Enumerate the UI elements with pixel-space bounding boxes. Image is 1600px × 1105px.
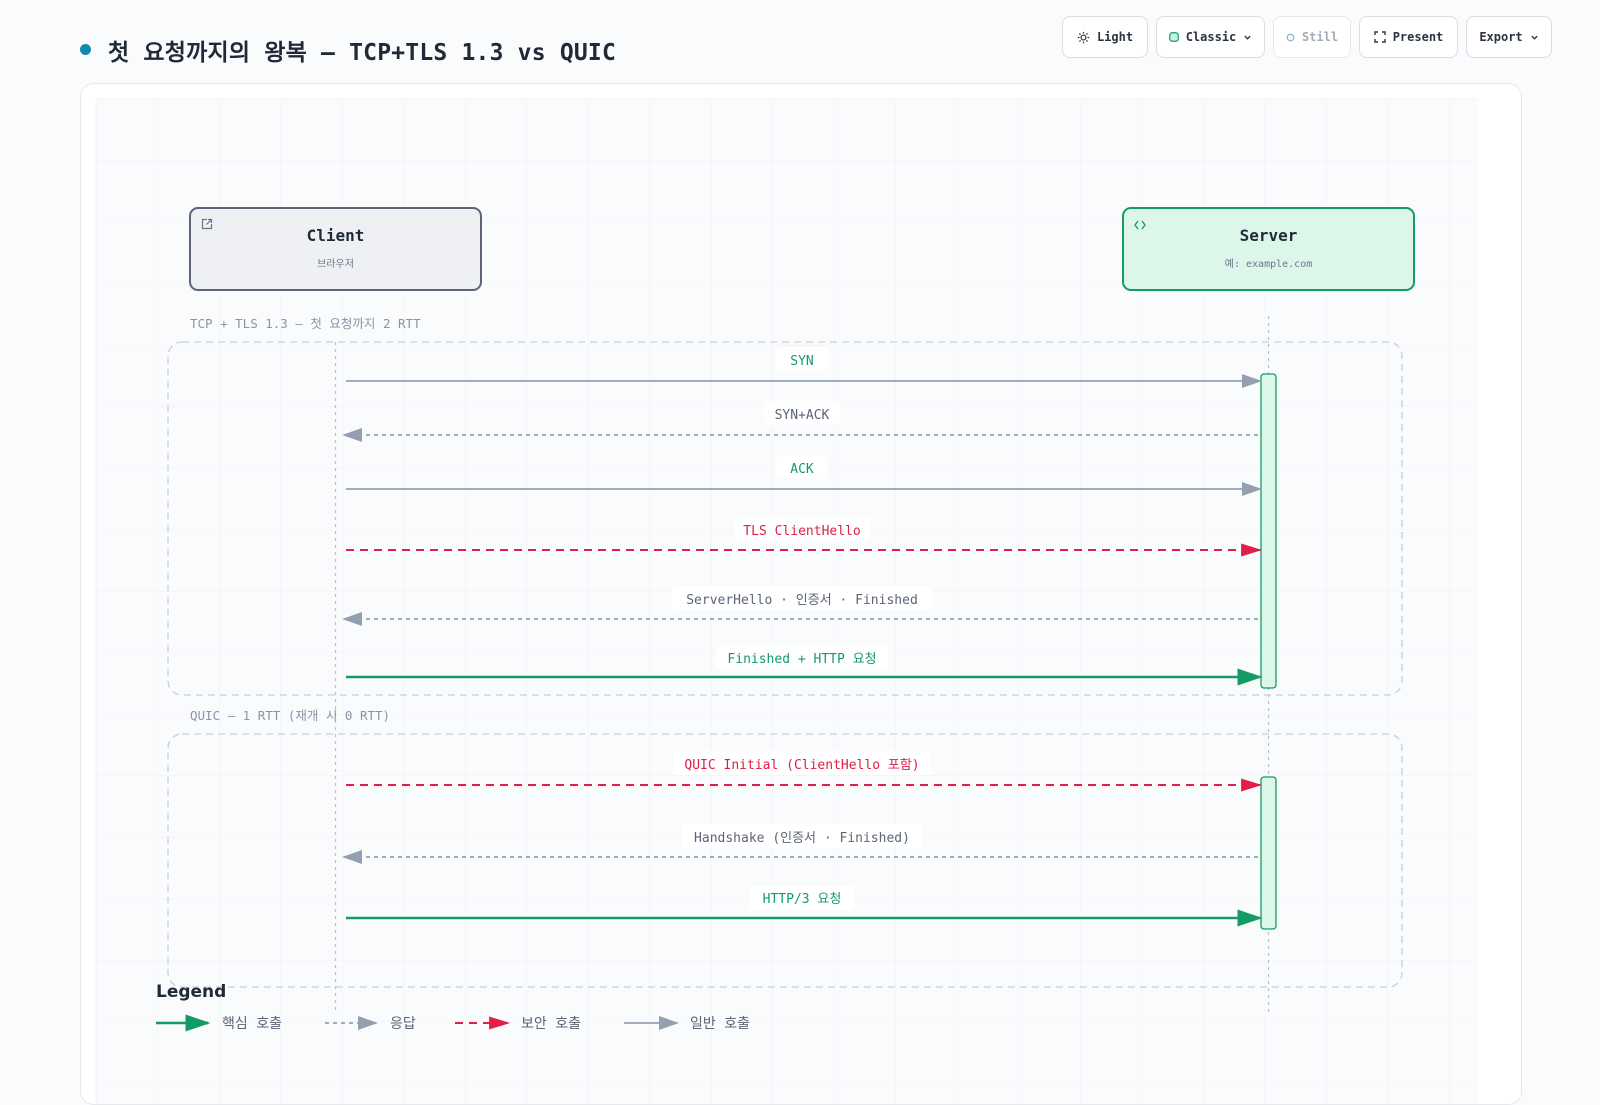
legend-normal-label: 일반 호출: [690, 1016, 750, 1032]
participant-server: Server 예: example.com: [1122, 207, 1415, 291]
sun-icon: [1077, 31, 1090, 44]
legend-title: Legend: [156, 982, 226, 1002]
participant-client-name: Client: [307, 226, 365, 245]
export-chevron-icon: [1530, 33, 1539, 42]
theme-select[interactable]: Classic: [1156, 16, 1265, 58]
light-mode-label: Light: [1096, 30, 1134, 44]
sequence-diagram: Client 브라우저 Server 예: example.com TCP + …: [95, 98, 1477, 1104]
present-label: Present: [1392, 30, 1444, 44]
circle-icon: [1286, 33, 1295, 42]
export-button[interactable]: Export: [1466, 16, 1552, 58]
participant-server-box: [1122, 207, 1415, 291]
message-syn-ack-label: SYN+ACK: [775, 408, 830, 423]
still-label: Still: [1301, 30, 1339, 44]
server-activation-quic: [1260, 776, 1277, 930]
participant-server-name: Server: [1240, 226, 1298, 245]
message-quic-initial-label: QUIC Initial (ClientHello 포함): [684, 758, 919, 773]
fullscreen-icon: [1374, 31, 1386, 43]
legend-response-label: 응답: [390, 1016, 416, 1032]
participant-client-subtitle: 브라우저: [317, 258, 354, 270]
participant-server-subtitle: 예: example.com: [1225, 258, 1312, 270]
swatch-icon: [1168, 32, 1179, 42]
present-button[interactable]: Present: [1359, 16, 1458, 58]
group-tcp-tls-label: TCP + TLS 1.3 — 첫 요청까지 2 RTT: [190, 316, 421, 331]
message-serverhello-label: ServerHello · 인증서 · Finished: [686, 593, 918, 608]
message-http3-label: HTTP/3 요청: [763, 892, 842, 907]
still-button[interactable]: Still: [1273, 16, 1351, 58]
message-ack-label: ACK: [790, 462, 814, 477]
diagram-canvas: Client 브라우저 Server 예: example.com TCP + …: [80, 83, 1522, 1105]
export-label: Export: [1479, 30, 1523, 44]
message-syn-label: SYN: [790, 354, 813, 369]
chevron-down-icon: [1243, 33, 1252, 42]
message-finished-http-label: Finished + HTTP 요청: [727, 652, 876, 667]
server-activation-tcp: [1260, 373, 1277, 689]
page-title: 첫 요청까지의 왕복 — TCP+TLS 1.3 vs QUIC: [108, 40, 617, 66]
light-mode-button[interactable]: Light: [1062, 16, 1148, 58]
title-dot: [80, 44, 91, 55]
theme-select-label: Classic: [1185, 30, 1237, 44]
message-handshake-label: Handshake (인증서 · Finished): [694, 831, 910, 846]
legend-security-label: 보안 호출: [521, 1016, 581, 1032]
participant-client: Client 브라우저: [189, 207, 482, 291]
message-tls-clienthello-label: TLS ClientHello: [743, 524, 860, 539]
group-quic-label: QUIC — 1 RTT (재개 시 0 RTT): [190, 708, 390, 723]
participant-client-box: [189, 207, 482, 291]
legend-core-label: 핵심 호출: [222, 1016, 282, 1032]
